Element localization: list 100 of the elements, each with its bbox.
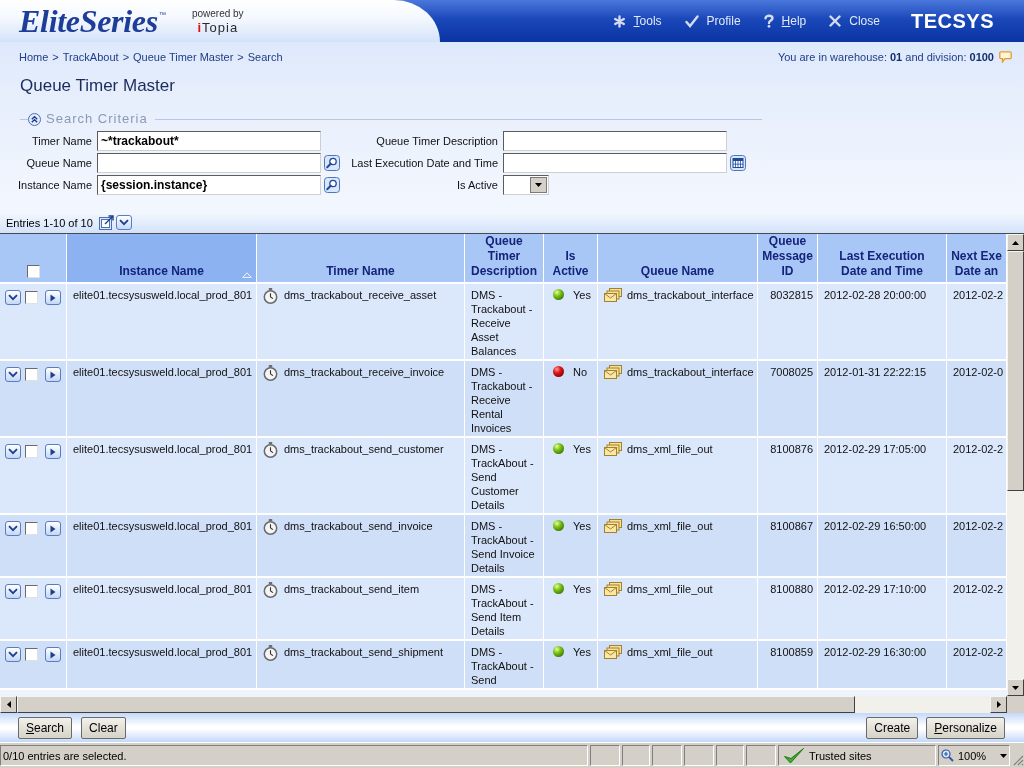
table-cell: 2012-02-29 16:30:00 (818, 641, 947, 690)
caret-right-icon (50, 524, 56, 533)
envelopes-icon (604, 442, 622, 456)
select-field[interactable] (503, 175, 549, 195)
action-button[interactable]: Personalize (926, 716, 1005, 739)
nav-link[interactable]: Close (829, 14, 880, 28)
status-panel (622, 745, 650, 766)
caret-down-icon[interactable] (1000, 753, 1008, 758)
row-open-button[interactable] (45, 521, 61, 536)
tagline-text: powered by (191, 7, 244, 20)
row-open-button[interactable] (45, 584, 61, 599)
column-header[interactable]: Next Exe Date an (947, 234, 1007, 284)
nav-link[interactable]: Help (763, 14, 807, 28)
nav-link[interactable]: Tools (612, 14, 662, 28)
close-icon (829, 15, 842, 27)
resize-grip-icon (1012, 754, 1024, 766)
row-menu-button[interactable] (5, 444, 21, 459)
row-checkbox[interactable] (25, 648, 38, 661)
table-cell: dms_trackabout_receive_invoice (284, 365, 445, 379)
column-header[interactable]: Instance Name (67, 234, 257, 284)
breadcrumb-link[interactable]: Home (19, 50, 49, 64)
table-cell: dms_xml_file_out (627, 519, 713, 533)
stopwatch-icon (263, 365, 278, 381)
scrollbar-thumb[interactable] (1007, 251, 1024, 491)
status-panel (716, 745, 744, 766)
scroll-down-button[interactable] (1007, 679, 1024, 696)
search-icon[interactable] (324, 155, 340, 171)
brand-logo-text: TECSYS (910, 10, 994, 32)
field-label: Queue Name (26, 156, 92, 170)
row-menu-button[interactable] (5, 290, 21, 305)
external-link-icon[interactable] (98, 215, 114, 230)
search-icon[interactable] (324, 177, 340, 193)
row-checkbox[interactable] (25, 585, 38, 598)
breadcrumb-separator: > (122, 50, 130, 64)
column-header[interactable]: Queue Timer Description (465, 234, 544, 284)
zoom-in-icon[interactable] (941, 749, 954, 762)
checkmark-icon (783, 746, 805, 765)
row-menu-button[interactable] (5, 367, 21, 382)
input-field[interactable] (97, 153, 321, 173)
table-cell: dms_trackabout_send_shipment (284, 645, 443, 659)
row-open-button[interactable] (45, 647, 61, 662)
column-header[interactable]: Is Active (544, 234, 598, 284)
scrollbar-thumb[interactable] (17, 696, 855, 713)
envelopes-icon (604, 365, 622, 379)
calendar-icon[interactable] (730, 155, 746, 171)
scroll-left-button[interactable] (0, 696, 17, 713)
field-label: Timer Name (31, 134, 92, 148)
action-button[interactable]: Search (18, 716, 73, 739)
row-menu-button[interactable] (5, 521, 21, 536)
action-button[interactable]: Clear (81, 716, 126, 739)
scroll-right-button[interactable] (990, 696, 1007, 713)
double-chevron-up-icon[interactable] (28, 112, 41, 126)
scroll-up-button[interactable] (1007, 234, 1024, 251)
caret-right-icon (50, 293, 56, 302)
input-field[interactable]: {session.instance} (97, 175, 321, 195)
row-checkbox[interactable] (25, 445, 38, 458)
column-header[interactable]: Timer Name (257, 234, 465, 284)
row-open-button[interactable] (45, 367, 61, 382)
row-checkbox[interactable] (25, 368, 38, 381)
row-checkbox[interactable] (25, 291, 38, 304)
status-panel (746, 745, 776, 766)
row-open-button[interactable] (45, 444, 61, 459)
breadcrumb-link[interactable]: Queue Timer Master (133, 50, 234, 64)
table-cell: dms_xml_file_out (627, 645, 713, 659)
column-header[interactable]: Queue Name (598, 234, 758, 284)
table-cell: dms_trackabout_receive_asset (284, 288, 437, 302)
chevron-down-icon (8, 588, 18, 595)
breadcrumb-link[interactable]: TrackAbout (62, 50, 119, 64)
row-open-button[interactable] (45, 290, 61, 305)
input-field[interactable] (503, 153, 727, 173)
row-checkbox[interactable] (25, 522, 38, 535)
chevron-down-icon (118, 219, 129, 226)
menu-button[interactable] (115, 215, 132, 230)
zoom-level[interactable]: 100% (958, 749, 987, 762)
caret-right-icon (50, 650, 56, 659)
row-menu-button[interactable] (5, 647, 21, 662)
row-menu-button[interactable] (5, 584, 21, 599)
checkmark-icon (684, 14, 699, 28)
stopwatch-icon (263, 519, 278, 535)
nav-link[interactable]: Profile (684, 14, 741, 28)
input-field[interactable]: ~*trackabout* (97, 131, 321, 151)
caret-down-icon (530, 177, 547, 193)
column-header[interactable]: Queue Message ID (758, 234, 818, 284)
table-cell: dms_trackabout_send_invoice (284, 519, 433, 533)
select-all-checkbox[interactable] (26, 265, 40, 278)
column-header[interactable]: Last Execution Date and Time (818, 234, 947, 284)
stopwatch-icon (263, 582, 278, 598)
table-cell: Yes (573, 442, 591, 456)
scrollbar-corner (1007, 696, 1024, 713)
table-cell: Yes (573, 519, 591, 533)
breadcrumb-current: Search (247, 50, 283, 64)
table-cell: No (573, 365, 588, 379)
input-field[interactable] (503, 131, 727, 151)
envelopes-icon (604, 288, 622, 302)
status-panel (684, 745, 714, 766)
envelopes-icon (604, 519, 622, 533)
breadcrumb-separator: > (237, 50, 244, 64)
action-button[interactable]: Create (866, 716, 919, 739)
security-zone-text: Trusted sites (809, 749, 872, 762)
table-cell: Yes (573, 645, 591, 659)
